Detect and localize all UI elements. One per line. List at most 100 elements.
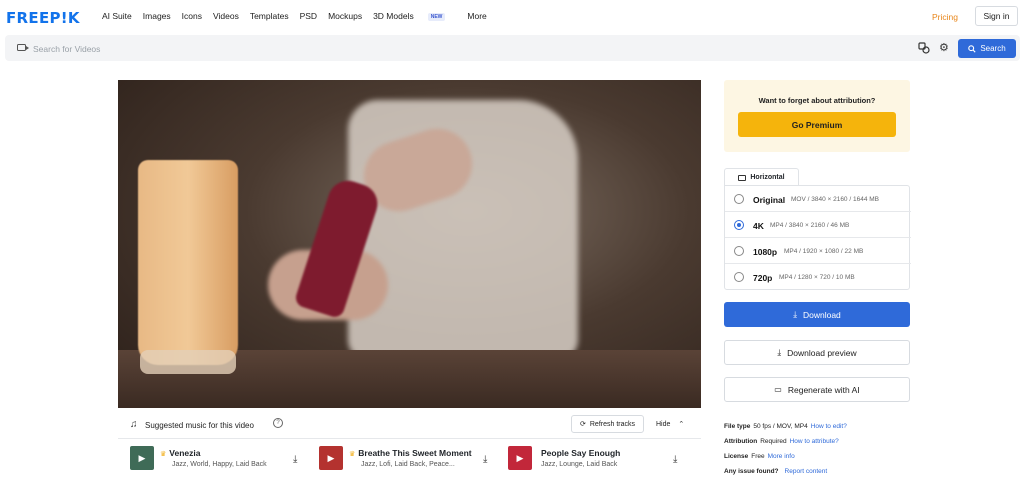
download-icon: ⤓ [793, 309, 797, 319]
track-item[interactable]: ▶ ♛ Breathe This Sweet Moment Jazz, Lofi,… [319, 446, 499, 472]
video-scene-glass-base [140, 350, 236, 374]
how-to-edit-link[interactable]: How to edit? [811, 423, 847, 430]
format-options: Original MOV / 3840 × 2160 / 1644 MB 4K … [724, 185, 911, 290]
radio-1080p[interactable] [734, 246, 744, 256]
format-meta: MP4 / 1280 × 720 / 10 MB [779, 274, 855, 281]
more-info-link[interactable]: More info [768, 453, 795, 460]
nav-link-images[interactable]: Images [143, 11, 171, 21]
track-name: ♛ Breathe This Sweet Moment [349, 448, 472, 458]
format-label: Original [753, 195, 786, 205]
format-label: 720p [753, 273, 773, 283]
nav-link-more[interactable]: More [467, 11, 486, 21]
video-scene-glass [138, 160, 238, 365]
track-name-text: Venezia [169, 448, 201, 458]
nav-link-icons[interactable]: Icons [182, 11, 202, 21]
track-thumbnail[interactable]: ▶ [319, 446, 343, 470]
format-meta: MP4 / 1920 × 1080 / 22 MB [784, 248, 864, 255]
monitor-icon [738, 174, 747, 181]
track-name-text: People Say Enough [541, 448, 621, 458]
attribution-value: Required [760, 438, 787, 445]
go-premium-button[interactable]: Go Premium [738, 112, 896, 137]
tab-horizontal[interactable]: Horizontal [724, 168, 799, 186]
new-badge: NEW [427, 13, 446, 21]
format-option-4k[interactable]: 4K MP4 / 3840 × 2160 / 46 MB [725, 212, 911, 238]
hide-label: Hide [656, 421, 671, 428]
download-icon: ⤓ [777, 347, 782, 357]
nav-links: AI Suite Images Icons Videos Templates P… [102, 11, 498, 21]
license-value: Free [751, 453, 765, 460]
download-label: Download [802, 309, 841, 320]
hide-music-button[interactable]: Hide ⌃ [656, 420, 684, 428]
suggested-music-title: Suggested music for this video [145, 421, 254, 430]
download-icon[interactable]: ⤓ [673, 454, 677, 465]
download-icon[interactable]: ⤓ [293, 454, 297, 465]
track-thumbnail[interactable]: ▶ [130, 446, 154, 470]
search-input[interactable]: Search for Videos [33, 44, 100, 54]
premium-promo: Want to forget about attribution? Go Pre… [724, 80, 910, 152]
sign-in-button[interactable]: Sign in [975, 6, 1018, 26]
download-button[interactable]: ⤓ Download [724, 302, 910, 327]
format-meta: MP4 / 3840 × 2160 / 46 MB [770, 222, 850, 229]
nav-link-ai-suite[interactable]: AI Suite [102, 11, 132, 21]
crown-icon: ♛ [349, 451, 356, 458]
nav-link-videos[interactable]: Videos [213, 11, 239, 21]
chevron-up-icon: ⌃ [678, 421, 685, 428]
radio-original[interactable] [734, 194, 744, 204]
crown-icon: ♛ [160, 451, 167, 458]
suggested-music-header: ♫ Suggested music for this video ? ⟳ Ref… [118, 409, 701, 439]
info-license: License Free More info [724, 453, 795, 460]
ai-search-icon[interactable] [918, 42, 931, 55]
track-tags: Jazz, Lofi, Laid Back, Peace... [361, 461, 455, 468]
info-attribution: Attribution Required How to attribute? [724, 438, 839, 445]
license-label: License [724, 453, 749, 460]
download-preview-button[interactable]: ⤓ Download preview [724, 340, 910, 365]
track-name: People Say Enough [541, 448, 620, 458]
search-button-label: Search [980, 44, 1006, 53]
report-content-link[interactable]: Report content [785, 468, 828, 475]
nav-link-templates[interactable]: Templates [250, 11, 289, 21]
track-tags: Jazz, World, Happy, Laid Back [172, 461, 267, 468]
video-preview[interactable] [118, 80, 701, 408]
help-icon[interactable]: ? [273, 418, 283, 428]
radio-720p[interactable] [734, 272, 744, 282]
premium-question: Want to forget about attribution? [758, 96, 876, 105]
info-file-type: File type 50 fps / MOV, MP4 How to edit? [724, 423, 847, 430]
format-option-720p[interactable]: 720p MP4 / 1280 × 720 / 10 MB [725, 264, 911, 290]
track-tags: Jazz, Lounge, Laid Back [541, 461, 618, 468]
track-name-text: Breathe This Sweet Moment [358, 448, 472, 458]
video-camera-icon[interactable] [17, 44, 29, 51]
regenerate-ai-button[interactable]: ▭ Regenerate with AI [724, 377, 910, 402]
attribution-label: Attribution [724, 438, 758, 445]
track-item[interactable]: ▶ ♛ Venezia Jazz, World, Happy, Laid Back… [130, 446, 310, 472]
nav-link-3d-models[interactable]: 3D Models NEW [373, 11, 456, 21]
pricing-link[interactable]: Pricing [932, 12, 958, 22]
download-icon[interactable]: ⤓ [483, 454, 487, 465]
track-thumbnail[interactable]: ▶ [508, 446, 532, 470]
suggested-music-section: ♫ Suggested music for this video ? ⟳ Ref… [118, 409, 701, 485]
format-option-original[interactable]: Original MOV / 3840 × 2160 / 1644 MB [725, 186, 911, 212]
file-type-label: File type [724, 423, 751, 430]
download-preview-label: Download preview [787, 347, 857, 358]
play-icon: ▶ [138, 452, 146, 463]
freepik-logo[interactable]: FREEP!K [6, 9, 80, 27]
nav-link-mockups[interactable]: Mockups [328, 11, 362, 21]
nav-link-3d-models-label: 3D Models [373, 11, 414, 21]
radio-4k[interactable] [734, 220, 744, 230]
format-label: 1080p [753, 247, 778, 257]
refresh-tracks-button[interactable]: ⟳ Refresh tracks [571, 415, 644, 433]
track-item[interactable]: ▶ People Say Enough Jazz, Lounge, Laid B… [508, 446, 688, 472]
format-meta: MOV / 3840 × 2160 / 1644 MB [791, 196, 879, 203]
file-type-value: 50 fps / MOV, MP4 [753, 423, 808, 430]
nav-link-psd[interactable]: PSD [300, 11, 317, 21]
video-scene-apron [348, 100, 578, 360]
gear-icon[interactable]: ⚙ [939, 41, 949, 54]
format-label: 4K [753, 221, 764, 231]
format-option-1080p[interactable]: 1080p MP4 / 1920 × 1080 / 22 MB [725, 238, 911, 264]
info-report: Any issue found? Report content [724, 468, 827, 475]
top-navigation: FREEP!K AI Suite Images Icons Videos Tem… [0, 0, 1024, 34]
refresh-tracks-label: Refresh tracks [589, 420, 635, 428]
regenerate-label: Regenerate with AI [787, 384, 860, 395]
search-button[interactable]: Search [958, 39, 1016, 58]
refresh-icon: ⟳ [580, 421, 586, 428]
how-to-attribute-link[interactable]: How to attribute? [790, 438, 839, 445]
